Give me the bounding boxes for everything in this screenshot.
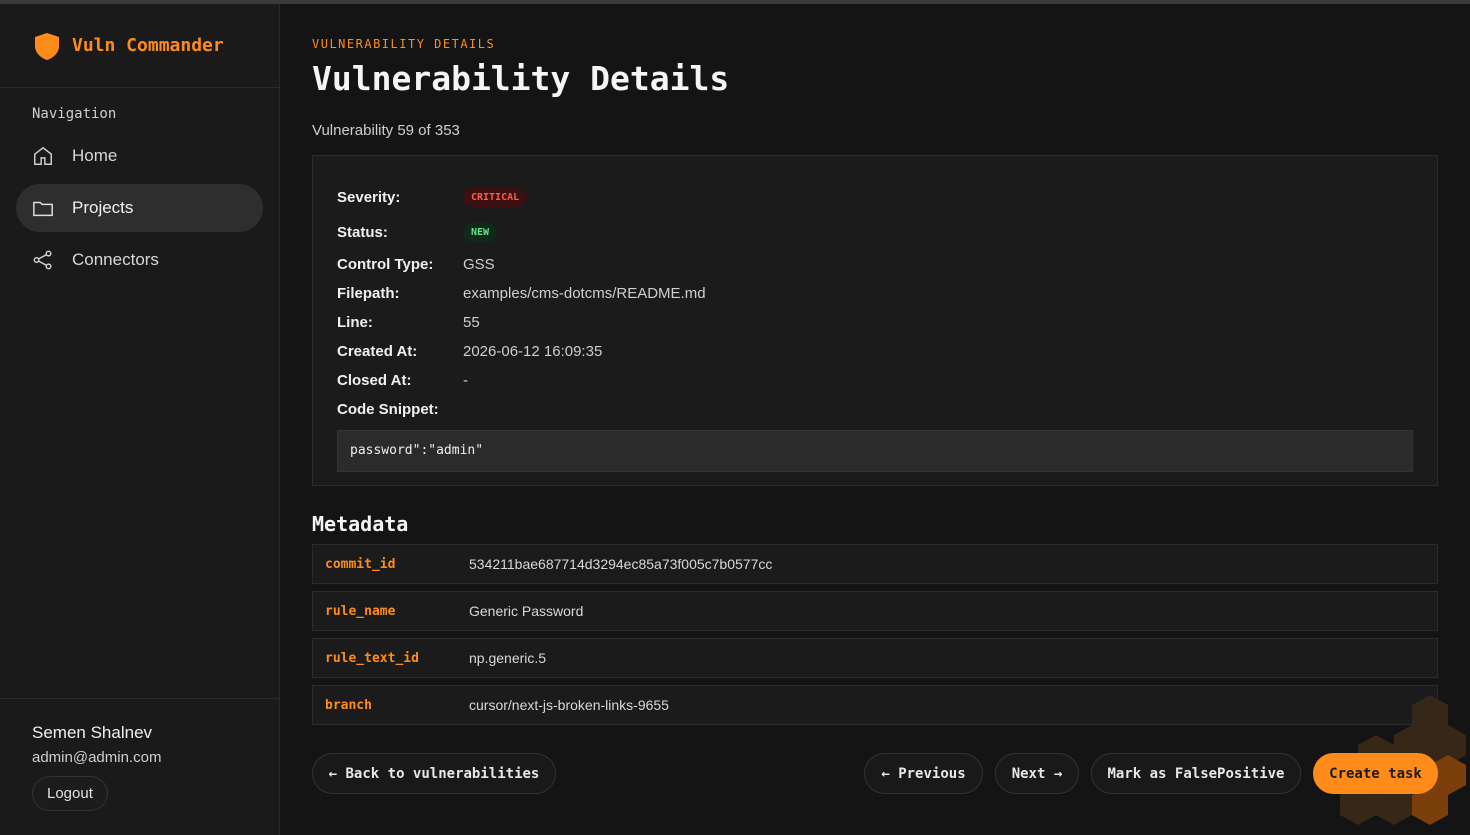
metadata-key: rule_name xyxy=(325,603,396,619)
user-email: admin@admin.com xyxy=(32,749,162,766)
metadata-row: rule_name Generic Password xyxy=(312,591,1438,631)
severity-label: Severity: xyxy=(337,189,401,206)
sidebar-item-connectors[interactable]: Connectors xyxy=(16,236,263,284)
sidebar: Vuln Commander Navigation Home Projects … xyxy=(0,4,280,835)
filepath-label: Filepath: xyxy=(337,285,400,302)
user-panel: Semen Shalnev admin@admin.com Logout xyxy=(0,698,279,835)
mark-false-positive-button[interactable]: Mark as FalsePositive xyxy=(1091,753,1301,794)
previous-button[interactable]: ← Previous xyxy=(864,753,983,794)
sidebar-item-label: Projects xyxy=(72,198,134,217)
closed-at-label: Closed At: xyxy=(337,372,412,389)
metadata-key: branch xyxy=(325,697,372,713)
line-value: 55 xyxy=(463,314,480,331)
share-icon xyxy=(33,250,52,270)
created-at-row: Created At: 2026-06-12 16:09:35 xyxy=(337,337,1413,366)
closed-at-value: - xyxy=(463,372,468,389)
metadata-key: rule_text_id xyxy=(325,650,419,666)
user-name: Semen Shalnev xyxy=(32,723,153,742)
status-label: Status: xyxy=(337,224,388,241)
severity-row: Severity: CRITICAL xyxy=(337,180,1413,215)
control-type-label: Control Type: xyxy=(337,256,434,273)
metadata-title: Metadata xyxy=(312,512,409,536)
shield-logo-icon xyxy=(35,32,59,60)
closed-at-row: Closed At: - xyxy=(337,366,1413,395)
code-snippet-label: Code Snippet: xyxy=(337,401,439,418)
metadata-value: cursor/next-js-broken-links-9655 xyxy=(469,697,669,713)
app-name: Vuln Commander xyxy=(72,35,224,56)
sidebar-item-projects[interactable]: Projects xyxy=(16,184,263,232)
status-row: Status: NEW xyxy=(337,215,1413,250)
severity-badge: CRITICAL xyxy=(463,188,528,207)
control-type-value: GSS xyxy=(463,256,495,273)
metadata-value: Generic Password xyxy=(469,603,584,619)
metadata-value: 534211bae687714d3294ec85a73f005c7b0577cc xyxy=(469,556,773,572)
home-icon xyxy=(34,146,52,165)
created-at-label: Created At: xyxy=(337,343,418,360)
page-eyebrow: VULNERABILITY DETAILS xyxy=(312,37,496,51)
back-to-vulnerabilities-button[interactable]: ← Back to vulnerabilities xyxy=(312,753,556,794)
sidebar-item-home[interactable]: Home xyxy=(16,132,263,180)
created-at-value: 2026-06-12 16:09:35 xyxy=(463,343,603,360)
control-type-row: Control Type: GSS xyxy=(337,250,1413,279)
metadata-row: rule_text_id np.generic.5 xyxy=(312,638,1438,678)
filepath-row: Filepath: examples/cms-dotcms/README.md xyxy=(337,279,1413,308)
line-row: Line: 55 xyxy=(337,308,1413,337)
sidebar-item-label: Home xyxy=(72,146,118,165)
nav-title: Navigation xyxy=(32,106,117,122)
brand[interactable]: Vuln Commander xyxy=(0,4,279,88)
metadata-row: commit_id 534211bae687714d3294ec85a73f00… xyxy=(312,544,1438,584)
details-card: Severity: CRITICAL Status: NEW Control T… xyxy=(312,155,1438,486)
folder-icon xyxy=(33,201,53,217)
line-label: Line: xyxy=(337,314,373,331)
metadata-row: branch cursor/next-js-broken-links-9655 xyxy=(312,685,1438,725)
vulnerability-counter: Vulnerability 59 of 353 xyxy=(312,122,460,139)
code-snippet: password":"admin" xyxy=(337,430,1413,472)
sidebar-item-label: Connectors xyxy=(72,250,159,269)
create-task-button[interactable]: Create task xyxy=(1313,753,1438,794)
page-title: Vulnerability Details xyxy=(312,59,730,98)
metadata-key: commit_id xyxy=(325,556,396,572)
main-content: VULNERABILITY DETAILS Vulnerability Deta… xyxy=(312,4,1438,725)
next-button[interactable]: Next → xyxy=(995,753,1079,794)
code-snippet-row: Code Snippet: xyxy=(337,395,1413,424)
metadata-value: np.generic.5 xyxy=(469,650,547,666)
action-bar: ← Back to vulnerabilities ← Previous Nex… xyxy=(312,753,1438,795)
filepath-value: examples/cms-dotcms/README.md xyxy=(463,285,706,302)
status-badge: NEW xyxy=(463,223,498,242)
logout-button[interactable]: Logout xyxy=(32,776,108,811)
